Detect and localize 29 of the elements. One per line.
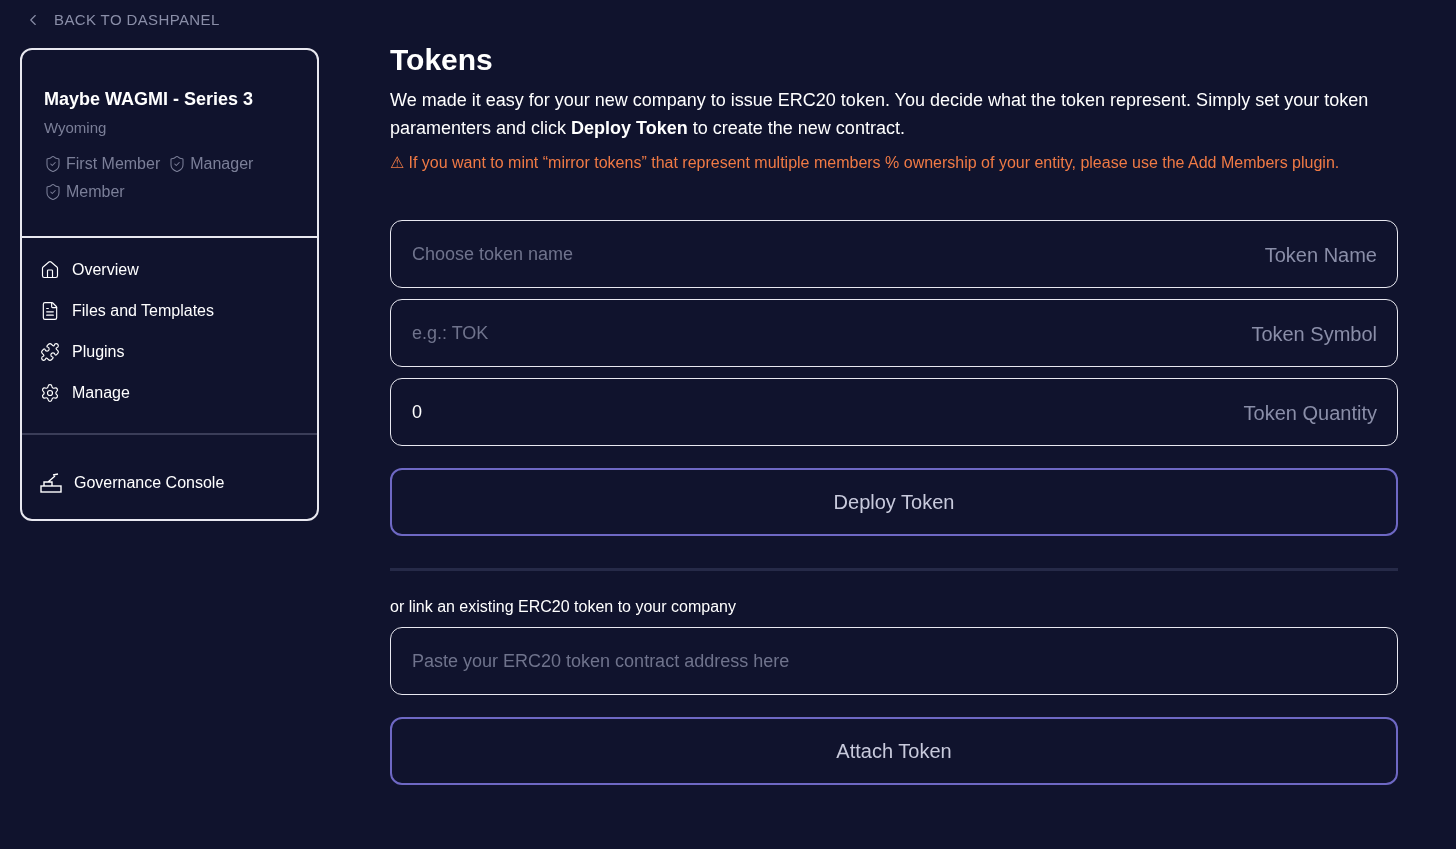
entity-name: Maybe WAGMI - Series 3: [44, 88, 255, 111]
field-label: Token Quantity: [1243, 401, 1377, 426]
field-label: Token Symbol: [1251, 322, 1377, 347]
nav-item[interactable]: Manage: [40, 380, 299, 405]
shield-icon: [44, 182, 62, 201]
intro-text: We made it easy for your new company to issue ERC20 token. You decide what the token represent. Simply set your token paramenters and click Deploy Token to create the new contract.: [390, 89, 1370, 140]
shield-icon: [44, 154, 62, 173]
warning-text: ⚠ If you want to mint “mirror tokens” that represent multiple members % ownership of your entity, please use the Add Members plugin.: [390, 153, 1341, 173]
role-label: Member: [66, 181, 125, 202]
settings-icon: [40, 382, 60, 403]
nav-item[interactable]: Overview: [40, 257, 299, 282]
link-label: or link an existing ERC20 token to your company: [390, 597, 737, 617]
shield-icon: [168, 154, 187, 173]
podium-icon: [40, 472, 62, 493]
role-label: First Member: [66, 153, 161, 174]
field-label: Token Name: [1264, 243, 1377, 268]
page-title: Tokens: [390, 42, 494, 78]
jurisdiction: Wyoming: [44, 118, 108, 138]
input-field[interactable]: Paste your ERC20 token contract address here: [390, 627, 1398, 695]
nav-item[interactable]: Governance Console: [40, 470, 299, 495]
document-icon: [40, 300, 60, 321]
nav-item[interactable]: Plugins: [40, 339, 299, 364]
deploy-button[interactable]: Deploy Token: [390, 468, 1398, 536]
puzzle-icon: [40, 341, 60, 362]
nav-item[interactable]: Files and Templates: [40, 298, 299, 323]
role-label: Manager: [190, 153, 254, 174]
home-icon: [40, 259, 60, 280]
back-link[interactable]: BACK TO DASHPANEL: [20, 8, 340, 32]
attach-button[interactable]: Attach Token: [390, 717, 1398, 785]
